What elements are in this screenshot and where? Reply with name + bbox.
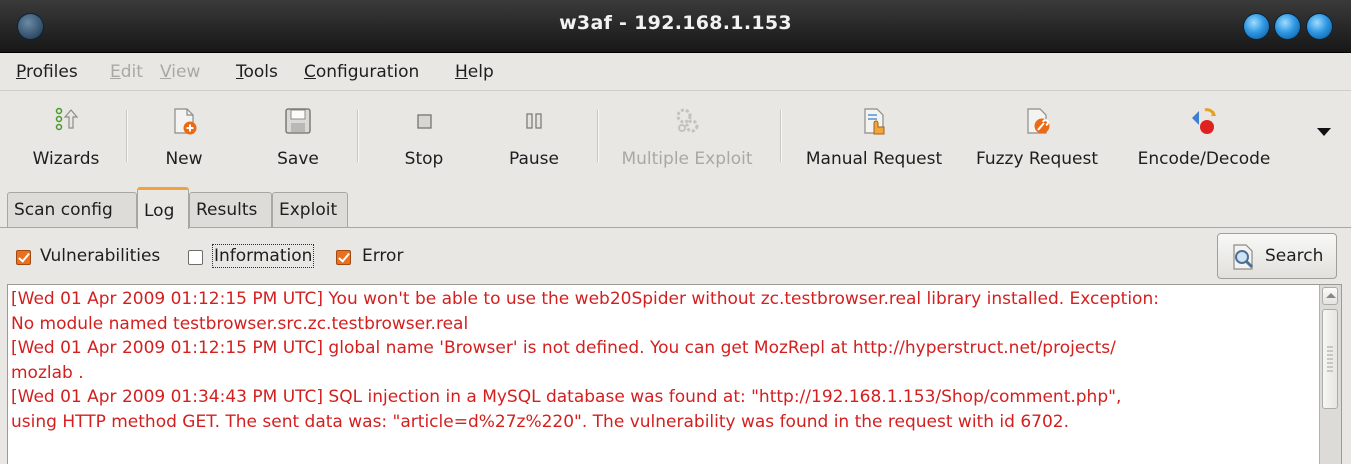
encode-decode-icon [1192,108,1216,134]
manual-request-label: Manual Request [805,149,943,169]
pause-label: Pause [509,149,559,169]
toolbar-separator [126,110,127,162]
encode-decode-label: Encode/Decode [1137,149,1271,169]
toolbar-separator [597,110,598,162]
multiple-exploit-label: Multiple Exploit [621,149,753,169]
search-button[interactable]: Search [1217,233,1337,279]
log-line: mozlab . [11,362,84,383]
new-label: New [165,149,203,169]
multiple-exploit-button[interactable]: Multiple Exploit [607,92,767,186]
save-label: Save [277,149,319,169]
tab-baseline [0,227,1351,228]
toolbar-separator [357,110,358,162]
close-button[interactable] [1307,14,1332,39]
toolbar: Wizards New Save Stop Pause Multiple Exp… [0,92,1351,186]
fuzzy-request-icon [1027,108,1050,134]
manual-request-button[interactable]: Manual Request [794,92,954,186]
pause-icon [526,113,542,129]
log-line: No module named testbrowser.src.zc.testb… [11,313,469,334]
menu-view[interactable]: View [160,62,200,82]
new-document-icon [174,108,197,135]
menu-tools[interactable]: Tools [236,62,278,82]
notebook-tabs: Scan config Log Results Exploit [0,186,1351,229]
stop-button[interactable]: Stop [388,92,460,186]
menu-bar: Profiles Edit View Tools Configuration H… [0,53,1351,91]
tab-log[interactable]: Log [137,187,189,229]
wizards-button[interactable]: Wizards [10,92,122,186]
pause-button[interactable]: Pause [494,92,574,186]
stop-icon [417,114,432,129]
gears-icon [676,108,699,133]
fuzzy-request-label: Fuzzy Request [976,149,1098,169]
information-checkbox[interactable] [188,250,203,265]
log-line: [Wed 01 Apr 2009 01:12:15 PM UTC] You wo… [11,289,1159,309]
toolbar-overflow-arrow-icon[interactable] [1317,128,1331,136]
save-button[interactable]: Save [262,92,334,186]
floppy-disk-icon [285,108,311,134]
scroll-up-arrow-icon[interactable] [1322,287,1338,305]
vulnerabilities-label[interactable]: Vulnerabilities [40,246,160,266]
encode-decode-button[interactable]: Encode/Decode [1120,92,1288,186]
wizards-icon [55,107,79,131]
error-checkbox[interactable] [336,250,351,265]
log-line: using HTTP method GET. The sent data was… [11,411,1069,432]
fuzzy-request-button[interactable]: Fuzzy Request [964,92,1110,186]
wizards-label: Wizards [32,149,100,169]
minimize-button[interactable] [1244,14,1269,39]
information-label[interactable]: Information [211,244,315,268]
tab-exploit[interactable]: Exploit [272,192,348,228]
tab-results[interactable]: Results [189,192,272,228]
stop-label: Stop [404,149,444,169]
vulnerabilities-checkbox[interactable] [16,250,31,265]
scrollbar-thumb[interactable] [1322,309,1338,409]
search-label: Search [1265,246,1324,266]
log-line: [Wed 01 Apr 2009 01:34:43 PM UTC] SQL in… [11,387,1122,408]
log-scrollbar[interactable] [1319,285,1341,464]
menu-help[interactable]: Help [455,62,494,82]
menu-edit[interactable]: Edit [110,62,143,82]
log-line: [Wed 01 Apr 2009 01:12:15 PM UTC] global… [11,338,1116,359]
title-bar: w3af - 192.168.1.153 [0,0,1351,53]
window-title: w3af - 192.168.1.153 [559,12,792,34]
search-icon [1233,244,1254,270]
menu-profiles[interactable]: Profiles [16,62,78,82]
maximize-button[interactable] [1275,14,1300,39]
tab-scan-config[interactable]: Scan config [7,192,137,228]
log-text: [Wed 01 Apr 2009 01:12:15 PM UTC] You wo… [11,287,1316,435]
log-view[interactable]: [Wed 01 Apr 2009 01:12:15 PM UTC] You wo… [7,284,1342,464]
toolbar-separator [780,110,781,162]
error-label[interactable]: Error [362,246,403,266]
menu-configuration[interactable]: Configuration [304,62,419,82]
manual-request-icon [864,108,885,135]
new-button[interactable]: New [148,92,220,186]
